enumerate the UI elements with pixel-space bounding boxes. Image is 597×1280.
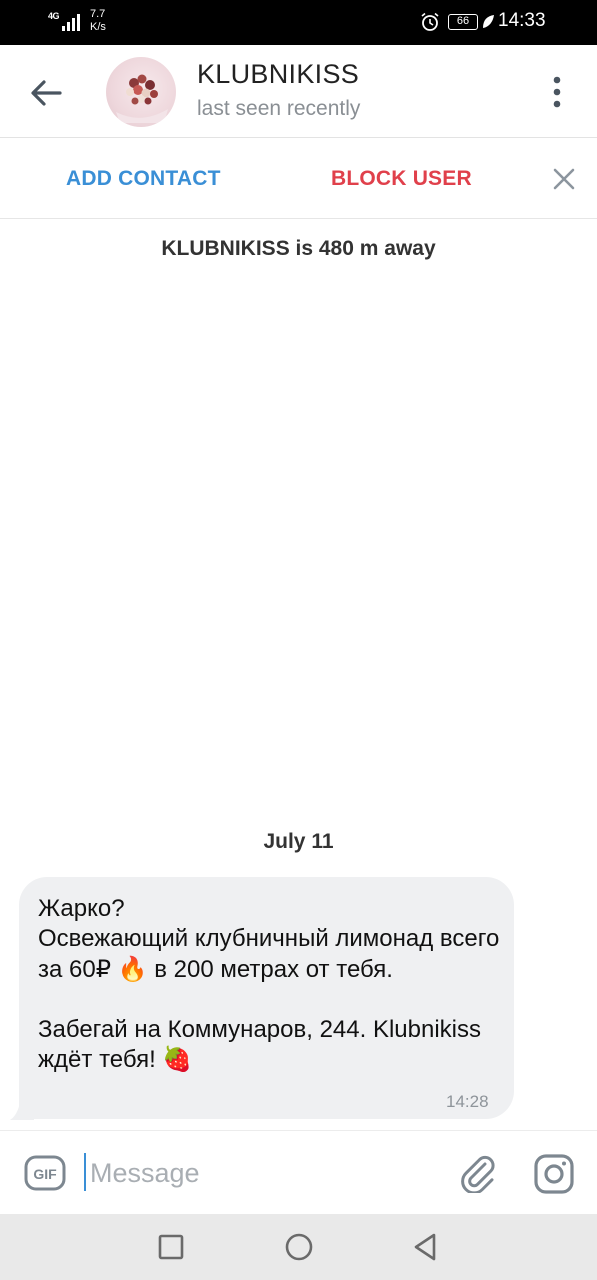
contact-action-bar: ADD CONTACT BLOCK USER bbox=[0, 139, 597, 219]
speed-value: 7.7 bbox=[90, 8, 106, 20]
message-composer: GIF bbox=[0, 1130, 597, 1214]
block-user-button[interactable]: BLOCK USER bbox=[331, 167, 472, 191]
message-time: 14:28 bbox=[446, 1092, 489, 1111]
network-speed: 7.7 K/s bbox=[90, 8, 106, 34]
paperclip-icon[interactable] bbox=[458, 1153, 498, 1193]
avatar-image bbox=[116, 74, 168, 123]
avatar[interactable] bbox=[106, 57, 176, 127]
more-vert-icon[interactable] bbox=[540, 75, 574, 109]
recent-apps-icon[interactable] bbox=[158, 1234, 184, 1260]
message-bubble[interactable]: Жарко? Освежающий клубничный лимонад все… bbox=[19, 877, 514, 1119]
chat-title[interactable]: KLUBNIKISS bbox=[197, 59, 359, 90]
gif-icon[interactable]: GIF bbox=[24, 1155, 66, 1191]
home-icon[interactable] bbox=[284, 1232, 314, 1262]
chat-header: KLUBNIKISS last seen recently bbox=[0, 45, 597, 138]
clock: 14:33 bbox=[498, 10, 546, 31]
distance-notice: KLUBNIKISS is 480 m away bbox=[161, 237, 436, 260]
last-seen-status: last seen recently bbox=[197, 97, 361, 120]
add-contact-button[interactable]: ADD CONTACT bbox=[66, 167, 221, 191]
message-list[interactable]: KLUBNIKISS is 480 m away July 11 Жарко? … bbox=[0, 220, 597, 1130]
alarm-icon bbox=[421, 12, 439, 31]
nav-back-icon[interactable] bbox=[410, 1232, 440, 1262]
signal-icon bbox=[62, 14, 80, 31]
message-input[interactable] bbox=[90, 1153, 430, 1193]
text-caret bbox=[84, 1153, 86, 1191]
leaf-icon bbox=[483, 15, 494, 28]
gif-label: GIF bbox=[33, 1166, 57, 1182]
camera-icon[interactable] bbox=[533, 1153, 575, 1195]
arrow-left-icon[interactable] bbox=[22, 69, 70, 117]
status-bar: 4G 7.7 K/s 66 14:33 bbox=[0, 0, 597, 45]
speed-unit: K/s bbox=[90, 21, 106, 33]
date-separator: July 11 bbox=[263, 830, 334, 853]
close-icon[interactable] bbox=[548, 163, 580, 195]
battery-indicator: 66 bbox=[448, 14, 478, 30]
system-nav-bar bbox=[0, 1214, 597, 1280]
message-text: Жарко? Освежающий клубничный лимонад все… bbox=[38, 895, 500, 1074]
